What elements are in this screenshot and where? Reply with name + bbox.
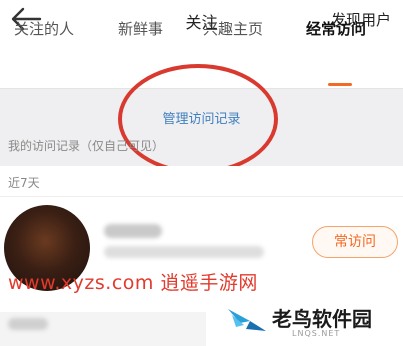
visit-records-note: 我的访问记录（仅自己可见） <box>8 139 165 153</box>
tab-frequent-visits[interactable]: 经常访问 <box>306 18 366 39</box>
username-blurred <box>104 224 162 238</box>
watermark-text: www.xyzs.com 逍遥手游网 <box>8 272 258 294</box>
bird-logo-icon <box>228 309 266 331</box>
logo-subtext: LNQS.NET <box>292 329 341 338</box>
next-row-label-blurred <box>8 318 48 330</box>
user-subtitle-blurred <box>104 246 264 258</box>
logo-text: 老鸟软件园 <box>272 307 372 331</box>
active-tab-indicator <box>328 83 352 86</box>
recent-section-label: 近7天 <box>8 176 40 190</box>
tab-interest-pages[interactable]: 兴趣主页 <box>203 18 263 39</box>
tab-fresh-news[interactable]: 新鲜事 <box>118 18 163 39</box>
divider <box>0 196 403 197</box>
tab-followed-people[interactable]: 关注的人 <box>14 18 74 39</box>
frequent-visit-button[interactable]: 常访问 <box>312 226 398 258</box>
annotation-circle <box>118 64 278 174</box>
